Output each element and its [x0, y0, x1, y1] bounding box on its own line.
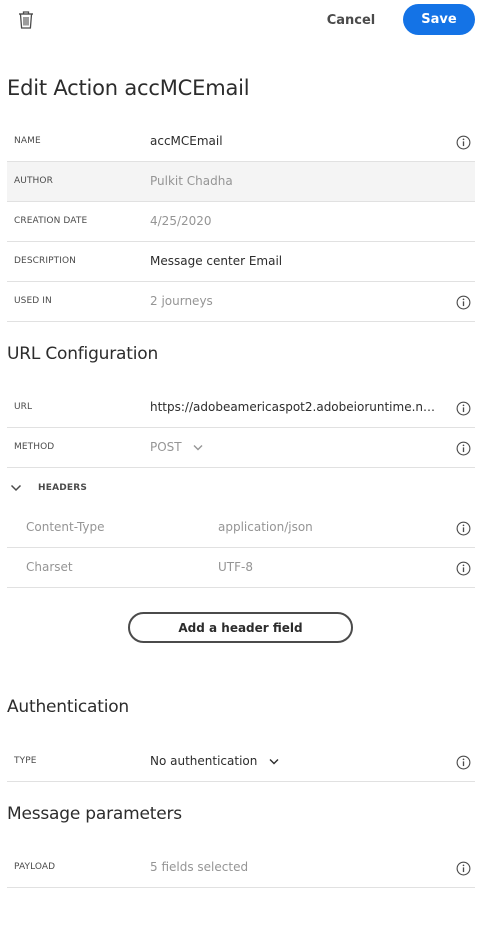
used-in-label: USED IN	[14, 296, 52, 306]
auth-type-select[interactable]: No authentication	[150, 754, 279, 768]
url-label: URL	[14, 402, 33, 412]
creation-date-label: CREATION DATE	[14, 216, 88, 226]
info-icon[interactable]	[456, 295, 471, 310]
header-row: Content-Type application/json	[7, 508, 475, 548]
info-icon[interactable]	[456, 441, 471, 456]
add-header-field-button[interactable]: Add a header field	[128, 612, 353, 643]
info-icon[interactable]	[456, 521, 471, 536]
name-value: accMCEmail	[150, 134, 223, 148]
save-button[interactable]: Save	[403, 4, 475, 35]
chevron-down-icon	[193, 445, 203, 451]
auth-type-value: No authentication	[150, 754, 258, 768]
method-row: METHOD POST	[7, 428, 475, 468]
payload-label: PAYLOAD	[14, 862, 56, 872]
description-value[interactable]: Message center Email	[150, 254, 282, 268]
chevron-down-icon[interactable]	[10, 483, 22, 493]
url-row[interactable]: URL https://adobeamericaspot2.adobeiorun…	[7, 388, 475, 428]
payload-row: PAYLOAD 5 fields selected	[7, 848, 475, 888]
author-row: AUTHOR Pulkit Chadha	[7, 162, 475, 202]
cancel-button[interactable]: Cancel	[320, 6, 382, 34]
creation-date-value: 4/25/2020	[150, 214, 212, 228]
info-icon[interactable]	[456, 135, 471, 150]
name-label: NAME	[14, 136, 41, 146]
trash-icon[interactable]	[17, 10, 35, 30]
url-configuration-title: URL Configuration	[7, 344, 159, 364]
name-row: NAME accMCEmail	[7, 122, 475, 162]
author-value: Pulkit Chadha	[150, 174, 233, 188]
method-label: METHOD	[14, 442, 55, 452]
used-in-value: 2 journeys	[150, 294, 213, 308]
url-value[interactable]: https://adobeamericaspot2.adobeioruntime…	[150, 400, 440, 414]
info-icon[interactable]	[456, 755, 471, 770]
header-key: Content-Type	[26, 520, 105, 534]
chevron-down-icon	[269, 759, 279, 765]
description-row[interactable]: DESCRIPTION Message center Email	[7, 242, 475, 282]
description-label: DESCRIPTION	[14, 256, 77, 266]
page-title: Edit Action accMCEmail	[7, 76, 250, 100]
header-value: UTF-8	[218, 560, 253, 574]
payload-value: 5 fields selected	[150, 860, 249, 874]
header-value: application/json	[218, 520, 313, 534]
method-value: POST	[150, 440, 182, 454]
headers-section-header[interactable]: HEADERS	[7, 469, 475, 509]
auth-type-row: TYPE No authentication	[7, 742, 475, 782]
authentication-title: Authentication	[7, 697, 129, 717]
auth-type-label: TYPE	[14, 756, 37, 766]
creation-date-row: CREATION DATE 4/25/2020	[7, 202, 475, 242]
info-icon[interactable]	[456, 861, 471, 876]
used-in-row: USED IN 2 journeys	[7, 282, 475, 322]
message-parameters-title: Message parameters	[7, 804, 182, 824]
header-key: Charset	[26, 560, 73, 574]
headers-label: HEADERS	[38, 483, 88, 493]
toolbar: Cancel Save	[0, 0, 499, 40]
info-icon[interactable]	[456, 401, 471, 416]
author-label: AUTHOR	[14, 176, 53, 186]
method-select[interactable]: POST	[150, 440, 203, 454]
header-row: Charset UTF-8	[7, 548, 475, 588]
info-icon[interactable]	[456, 561, 471, 576]
